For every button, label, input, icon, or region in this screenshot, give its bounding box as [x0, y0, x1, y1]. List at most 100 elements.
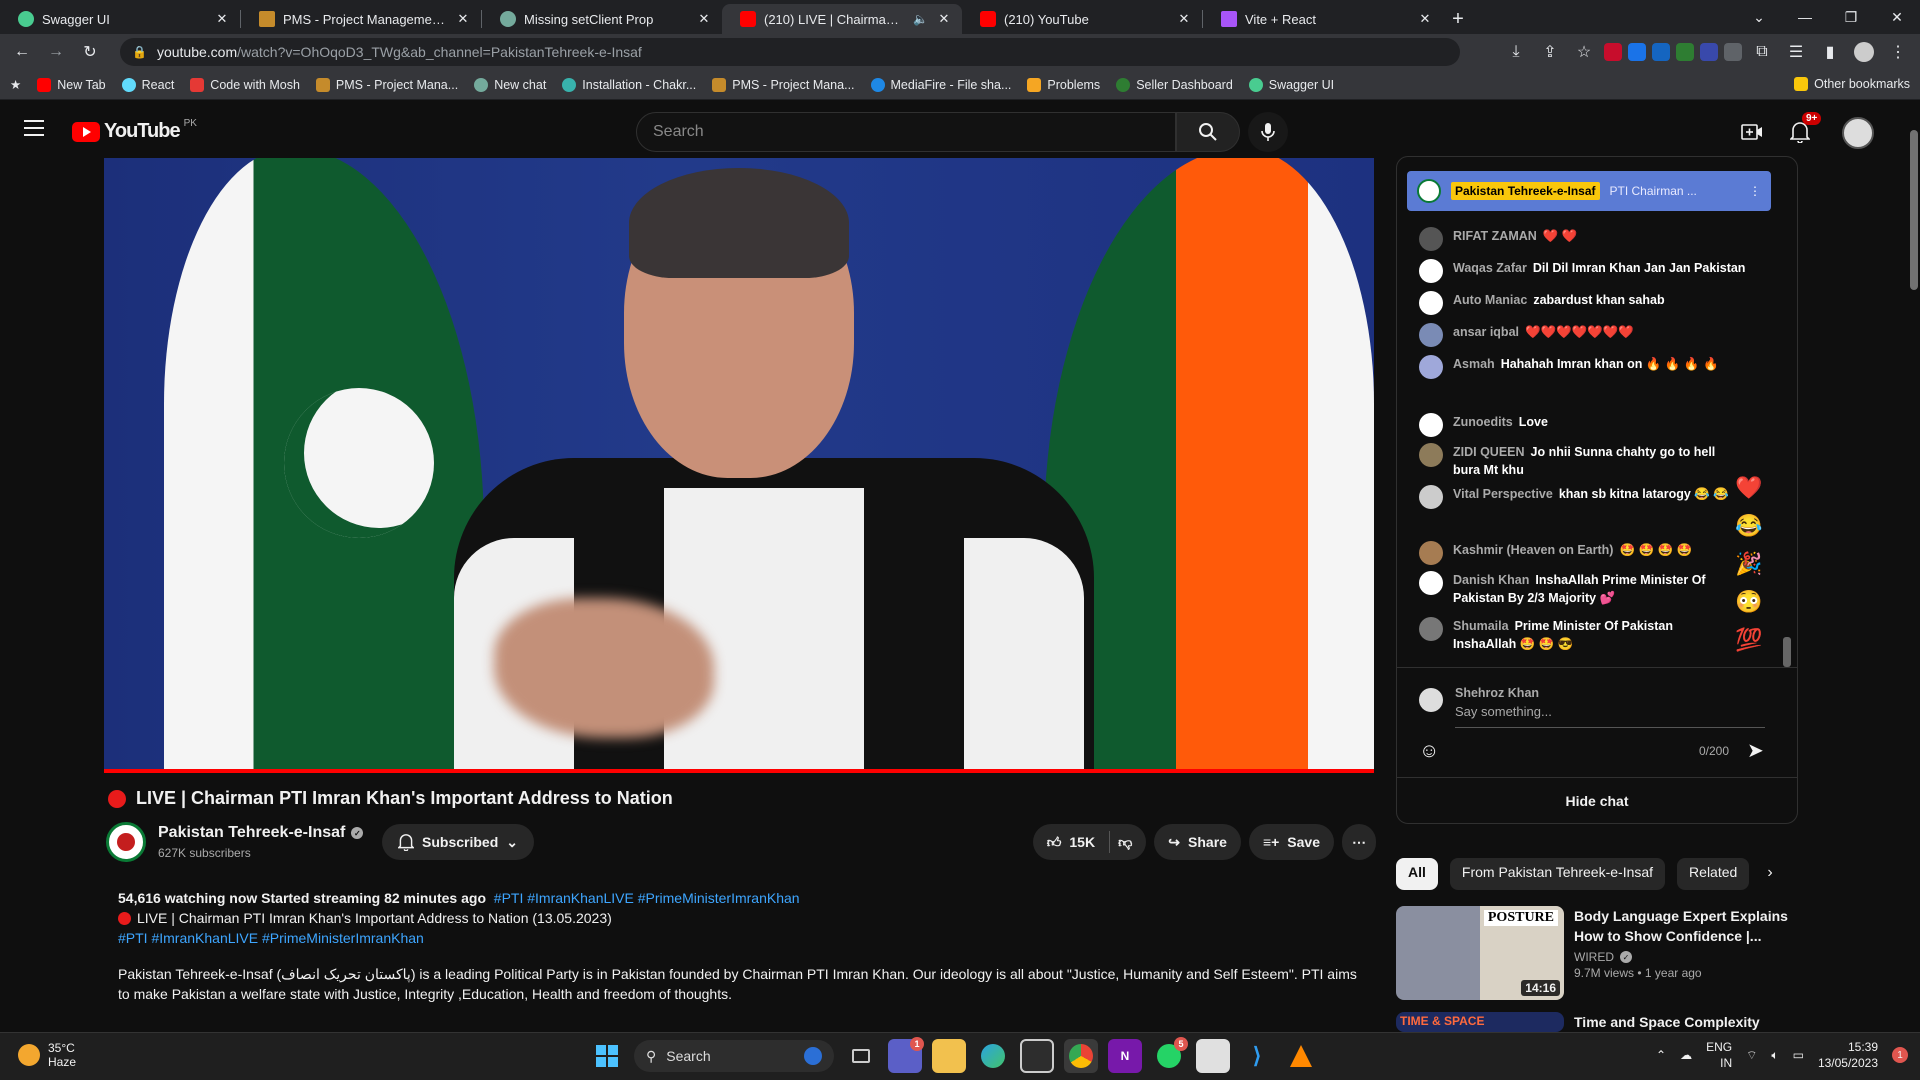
tab-missing-setclient[interactable]: Missing setClient Prop ✕ — [482, 4, 722, 34]
like-button[interactable]: 👍︎ 15K 👎︎ — [1032, 824, 1147, 860]
onedrive-icon[interactable]: ☁ — [1680, 1048, 1692, 1062]
onenote-icon[interactable]: N — [1108, 1039, 1142, 1073]
bookmark-item[interactable]: New chat — [474, 77, 546, 92]
close-icon[interactable]: ✕ — [1176, 11, 1192, 27]
clock[interactable]: 15:39 13/05/2023 — [1818, 1039, 1878, 1071]
voice-search-button[interactable] — [1248, 112, 1288, 152]
lock-icon[interactable]: 🔒 — [132, 45, 147, 59]
send-icon[interactable]: ➤ — [1747, 738, 1764, 763]
back-button[interactable]: ← — [8, 38, 36, 66]
thumbs-down-icon[interactable]: 👎︎ — [1118, 834, 1132, 851]
forward-button[interactable]: → — [42, 38, 70, 66]
vlc-icon[interactable] — [1284, 1039, 1318, 1073]
close-icon[interactable]: ✕ — [936, 11, 952, 27]
tab-pms[interactable]: PMS - Project Management System ✕ — [241, 4, 481, 34]
description-hashtags-top[interactable]: #PTI #ImranKhanLIVE #PrimeMinisterImranK… — [494, 890, 800, 906]
vscode-icon[interactable]: ⟩ — [1240, 1039, 1274, 1073]
bookmark-item[interactable]: Seller Dashboard — [1116, 77, 1233, 92]
close-window-button[interactable]: ✕ — [1874, 0, 1920, 34]
page-scrollbar[interactable] — [1908, 100, 1920, 1050]
extension-pen-icon[interactable] — [1700, 43, 1718, 61]
language-indicator[interactable]: ENG IN — [1706, 1039, 1732, 1071]
bookmark-item[interactable]: Problems — [1027, 77, 1100, 92]
microsoft-store-icon[interactable] — [1020, 1039, 1054, 1073]
taskbar-search[interactable]: ⚲ Search — [634, 1040, 834, 1072]
bookmark-item[interactable]: MediaFire - File sha... — [870, 77, 1011, 92]
other-bookmarks[interactable]: Other bookmarks — [1794, 77, 1910, 91]
whatsapp-icon[interactable]: 5 — [1152, 1037, 1188, 1073]
edge-icon[interactable] — [976, 1039, 1010, 1073]
chevron-up-icon[interactable]: ⌃ — [1656, 1048, 1666, 1062]
reload-button[interactable]: ↻ — [76, 38, 104, 66]
profile-avatar[interactable] — [1850, 38, 1878, 66]
subscribed-button[interactable]: Subscribed ⌄ — [382, 824, 534, 860]
bookmark-item[interactable]: Installation - Chakr... — [562, 77, 696, 92]
close-icon[interactable]: ✕ — [1417, 11, 1433, 27]
wifi-icon[interactable]: ⌔ — [1746, 1048, 1757, 1063]
close-icon[interactable]: ✕ — [455, 11, 471, 27]
channel-avatar[interactable] — [106, 822, 146, 862]
hide-chat-button[interactable]: Hide chat — [1397, 777, 1797, 823]
close-icon[interactable]: ✕ — [214, 11, 230, 27]
menu-icon[interactable] — [24, 120, 44, 136]
extensions-puzzle-icon[interactable]: ⧉ — [1748, 38, 1776, 66]
extension-green-icon[interactable] — [1676, 43, 1694, 61]
bookmark-star-icon[interactable]: ☆ — [1570, 38, 1598, 66]
teams-chat-icon[interactable]: 1 — [888, 1037, 924, 1073]
tab-youtube[interactable]: (210) YouTube ✕ — [962, 4, 1202, 34]
chevron-right-icon[interactable]: › — [1761, 858, 1778, 890]
windows-start-icon[interactable] — [590, 1039, 624, 1073]
live-progress-bar[interactable] — [104, 769, 1374, 773]
close-icon[interactable]: ✕ — [696, 11, 712, 27]
bookmarks-star-icon[interactable]: ★ — [10, 77, 21, 92]
pinned-message[interactable]: Pakistan Tehreek-e-Insaf PTI Chairman ..… — [1407, 171, 1771, 211]
weather-widget[interactable]: 35°C Haze — [18, 1041, 76, 1069]
bookmark-item[interactable]: New Tab — [37, 77, 106, 92]
tab-search-icon[interactable]: ⌄ — [1736, 0, 1782, 34]
tab-live-chairman[interactable]: (210) LIVE | Chairman PTI 🔈 ✕ — [722, 4, 962, 34]
related-video[interactable]: TIME & SPACE Time and Space Complexity — [1396, 1012, 1796, 1032]
task-view-icon[interactable] — [844, 1039, 878, 1073]
chip-all[interactable]: All — [1396, 858, 1438, 890]
chip-from-channel[interactable]: From Pakistan Tehreek-e-Insaf — [1449, 858, 1666, 890]
install-icon[interactable]: ⤓ — [1502, 38, 1530, 66]
chip-related[interactable]: Related — [1677, 858, 1750, 890]
extension-shield-icon[interactable] — [1724, 43, 1742, 61]
speaker-icon[interactable]: 🔈 — [913, 12, 928, 26]
extension-abp-icon[interactable] — [1604, 43, 1622, 61]
related-video[interactable]: POSTURE 14:16 Body Language Expert Expla… — [1396, 906, 1796, 1000]
save-button[interactable]: ≡+ Save — [1248, 824, 1334, 860]
search-input[interactable]: Search — [636, 112, 1176, 152]
more-vertical-icon[interactable]: ⋮ — [1749, 184, 1761, 198]
account-avatar[interactable] — [1842, 117, 1874, 149]
maximize-button[interactable]: ❐ — [1828, 0, 1874, 34]
create-video-icon[interactable] — [1740, 120, 1764, 144]
notifications-bell-icon[interactable]: 9+ — [1788, 112, 1822, 144]
extension-s-icon[interactable] — [1652, 43, 1670, 61]
more-actions-button[interactable]: ⋯ — [1342, 824, 1376, 860]
bookmark-item[interactable]: PMS - Project Mana... — [712, 77, 855, 92]
share-button[interactable]: ↪ Share — [1154, 824, 1241, 860]
extension-translate-icon[interactable] — [1628, 43, 1646, 61]
video-player[interactable] — [104, 158, 1374, 773]
emoji-picker-icon[interactable]: ☺ — [1419, 740, 1439, 763]
youtube-logo[interactable]: YouTube PK — [72, 118, 197, 143]
search-button[interactable] — [1176, 112, 1240, 152]
chat-message-input[interactable]: Say something... — [1455, 704, 1765, 728]
tab-vite-react[interactable]: Vite + React ✕ — [1203, 4, 1443, 34]
snipping-tool-icon[interactable] — [1196, 1039, 1230, 1073]
side-panel-icon[interactable]: ▮ — [1816, 38, 1844, 66]
address-bar[interactable]: 🔒 youtube.com/watch?v=OhOqoD3_TWg&ab_cha… — [120, 38, 1460, 66]
bookmark-item[interactable]: PMS - Project Mana... — [315, 77, 458, 92]
new-tab-button[interactable]: + — [1443, 4, 1473, 34]
notification-badge[interactable]: 1 — [1892, 1047, 1908, 1063]
tab-swagger[interactable]: Swagger UI ✕ — [0, 4, 240, 34]
reading-list-icon[interactable]: ☰ — [1782, 38, 1810, 66]
video-thumbnail[interactable]: TIME & SPACE — [1396, 1012, 1564, 1032]
file-explorer-icon[interactable] — [932, 1039, 966, 1073]
bookmark-item[interactable]: Swagger UI — [1248, 77, 1334, 92]
channel-name[interactable]: Pakistan Tehreek-e-Insaf ✓ — [158, 824, 364, 842]
scrollbar-thumb[interactable] — [1910, 130, 1918, 290]
video-thumbnail[interactable]: POSTURE 14:16 — [1396, 906, 1564, 1000]
video-description[interactable]: 54,616 watching now Started streaming 82… — [106, 880, 1376, 1020]
